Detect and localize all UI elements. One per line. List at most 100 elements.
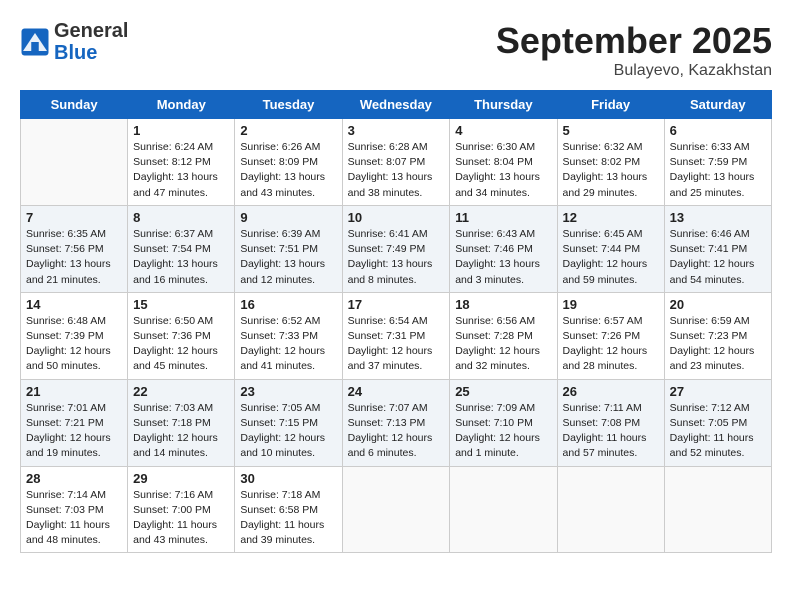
sunset: Sunset: 7:15 PM (240, 417, 318, 429)
calendar-week-row: 28 Sunrise: 7:14 AMSunset: 7:03 PMDayligh… (21, 466, 772, 553)
day-number: 9 (240, 210, 336, 225)
daylight: Daylight: 12 hours and 41 minutes. (240, 345, 325, 372)
day-number: 10 (348, 210, 445, 225)
calendar-day-cell: 15 Sunrise: 6:50 AM Sunset: 7:36 PM Dayligh… (128, 292, 235, 379)
day-number: 22 (133, 384, 229, 399)
day-header-sunday: Sunday (21, 91, 128, 119)
sunset: Sunset: 8:02 PM (563, 156, 641, 168)
page-header: General Blue September 2025 Bulayevo, Ka… (20, 20, 772, 80)
day-number: 4 (455, 123, 551, 138)
day-number: 15 (133, 297, 229, 312)
calendar-day-cell (664, 466, 771, 553)
day-info: Sunrise: 6:28 AMSunset: 8:07 PMDaylight:… (348, 140, 445, 201)
daylight: Daylight: 11 hours and 43 minutes. (133, 519, 217, 546)
day-number: 12 (563, 210, 659, 225)
day-info: Sunrise: 6:41 AMSunset: 7:49 PMDaylight:… (348, 227, 445, 288)
sunrise: Sunrise: 6:30 AM (455, 141, 535, 153)
sunset: Sunset: 7:31 PM (348, 330, 426, 342)
sunset: Sunset: 7:13 PM (348, 417, 426, 429)
calendar-day-cell: 19 Sunrise: 6:57 AMSunset: 7:26 PMDayligh… (557, 292, 664, 379)
day-info: Sunrise: 6:37 AMSunset: 7:54 PMDaylight:… (133, 227, 229, 288)
sunrise: Sunrise: 6:43 AM (455, 228, 535, 240)
sunrise: Sunrise: 6:24 AM (133, 141, 213, 153)
daylight: Daylight: 11 hours and 52 minutes. (670, 432, 754, 459)
calendar-week-row: 14Sunrise: 6:48 AMSunset: 7:39 PMDayligh… (21, 292, 772, 379)
sunset: Sunset: 8:12 PM (133, 156, 211, 168)
sunset: Sunset: 8:07 PM (348, 156, 426, 168)
sunrise: Sunrise: 6:45 AM (563, 228, 643, 240)
daylight: Daylight: 12 hours and 10 minutes. (240, 432, 325, 459)
daylight: Daylight: 12 hours and 14 minutes. (133, 432, 218, 459)
day-info: Sunrise: 6:57 AMSunset: 7:26 PMDaylight:… (563, 314, 659, 375)
sunset: Sunset: 7:00 PM (133, 504, 211, 516)
day-info: Sunrise: 7:03 AMSunset: 7:18 PMDaylight:… (133, 401, 229, 462)
day-number: 19 (563, 297, 659, 312)
calendar-day-cell: 7 Sunrise: 6:35 AMSunset: 7:56 PMDaylight… (21, 205, 128, 292)
calendar-day-cell: 24Sunrise: 7:07 AMSunset: 7:13 PMDayligh… (342, 379, 450, 466)
day-info: Sunrise: 6:39 AMSunset: 7:51 PMDaylight:… (240, 227, 336, 288)
calendar-day-cell: 12 Sunrise: 6:45 AM Sunset: 7:44 PM Dayligh… (557, 205, 664, 292)
calendar-week-row: 21Sunrise: 7:01 AMSunset: 7:21 PMDayligh… (21, 379, 772, 466)
daylight: Daylight: 11 hours and 39 minutes. (240, 519, 324, 546)
calendar-day-cell (557, 466, 664, 553)
day-info: Sunrise: 7:16 AM Sunset: 7:00 PM Daylight:… (133, 488, 229, 549)
sunrise: Sunrise: 7:07 AM (348, 402, 428, 414)
month-title: September 2025 (496, 20, 772, 62)
day-number: 16 (240, 297, 336, 312)
sunrise: Sunrise: 6:54 AM (348, 315, 428, 327)
sunrise: Sunrise: 6:56 AM (455, 315, 535, 327)
calendar-day-cell: 5Sunrise: 6:32 AMSunset: 8:02 PMDaylight… (557, 119, 664, 206)
daylight: Daylight: 12 hours and 59 minutes. (563, 258, 648, 285)
day-info: Sunrise: 6:32 AMSunset: 8:02 PMDaylight:… (563, 140, 659, 201)
sunset: Sunset: 7:41 PM (670, 243, 748, 255)
day-number: 24 (348, 384, 445, 399)
day-number: 6 (670, 123, 766, 138)
calendar-day-cell: 26Sunrise: 7:11 AMSunset: 7:08 PMDayligh… (557, 379, 664, 466)
day-info: Sunrise: 6:35 AMSunset: 7:56 PMDaylight:… (26, 227, 122, 288)
day-number: 26 (563, 384, 659, 399)
calendar-day-cell: 17Sunrise: 6:54 AMSunset: 7:31 PMDayligh… (342, 292, 450, 379)
calendar-day-cell: 28 Sunrise: 7:14 AMSunset: 7:03 PMDayligh… (21, 466, 128, 553)
day-header-tuesday: Tuesday (235, 91, 342, 119)
sunset: Sunset: 6:58 PM (240, 504, 318, 516)
sunset: Sunset: 7:10 PM (455, 417, 533, 429)
sunset: Sunset: 7:49 PM (348, 243, 426, 255)
daylight: Daylight: 13 hours and 34 minutes. (455, 171, 540, 198)
calendar-day-cell: 14Sunrise: 6:48 AMSunset: 7:39 PMDayligh… (21, 292, 128, 379)
title-block: September 2025 Bulayevo, Kazakhstan (496, 20, 772, 80)
sunrise: Sunrise: 7:16 AM (133, 489, 213, 501)
daylight: Daylight: 12 hours and 37 minutes. (348, 345, 433, 372)
sunrise: Sunrise: 6:57 AM (563, 315, 643, 327)
sunset: Sunset: 7:36 PM (133, 330, 211, 342)
sunrise: Sunrise: 6:50 AM (133, 315, 213, 327)
daylight: Daylight: 13 hours and 21 minutes. (26, 258, 111, 285)
day-info: Sunrise: 6:59 AMSunset: 7:23 PMDaylight:… (670, 314, 766, 375)
day-number: 28 (26, 471, 122, 486)
sunrise: Sunrise: 6:52 AM (240, 315, 320, 327)
sunrise: Sunrise: 7:01 AM (26, 402, 106, 414)
calendar-day-cell: 18Sunrise: 6:56 AMSunset: 7:28 PMDayligh… (450, 292, 557, 379)
daylight: Daylight: 12 hours and 45 minutes. (133, 345, 218, 372)
calendar-day-cell: 20Sunrise: 6:59 AMSunset: 7:23 PMDayligh… (664, 292, 771, 379)
calendar-day-cell: 29Sunrise: 7:16 AMSunset: 7:00 PMDayligh… (128, 466, 235, 553)
calendar-week-row: 7 Sunrise: 6:35 AMSunset: 7:56 PMDaylight… (21, 205, 772, 292)
daylight: Daylight: 13 hours and 8 minutes. (348, 258, 433, 285)
calendar-day-cell (342, 466, 450, 553)
calendar-day-cell: 10 Sunrise: 6:41 AMSunset: 7:49 PMDayligh… (342, 205, 450, 292)
day-info: Sunrise: 7:05 AMSunset: 7:15 PMDaylight:… (240, 401, 336, 462)
calendar-day-cell: 30Sunrise: 7:18 AMSunset: 6:58 PMDayligh… (235, 466, 342, 553)
day-info: Sunrise: 6:45 AM Sunset: 7:44 PM Daylight:… (563, 227, 659, 288)
sunset: Sunset: 7:44 PM (563, 243, 641, 255)
day-header-saturday: Saturday (664, 91, 771, 119)
sunset: Sunset: 7:23 PM (670, 330, 748, 342)
day-number: 7 (26, 210, 122, 225)
calendar-header-row: SundayMondayTuesdayWednesdayThursdayFrid… (21, 91, 772, 119)
daylight: Daylight: 12 hours and 1 minute. (455, 432, 540, 459)
day-info: Sunrise: 6:33 AMSunset: 7:59 PMDaylight:… (670, 140, 766, 201)
calendar-day-cell: 23Sunrise: 7:05 AMSunset: 7:15 PMDayligh… (235, 379, 342, 466)
day-info: Sunrise: 6:50 AM Sunset: 7:36 PM Daylight:… (133, 314, 229, 375)
location: Bulayevo, Kazakhstan (496, 62, 772, 80)
day-number: 21 (26, 384, 122, 399)
day-info: Sunrise: 6:46 AMSunset: 7:41 PMDaylight:… (670, 227, 766, 288)
day-info: Sunrise: 7:14 AMSunset: 7:03 PMDaylight:… (26, 488, 122, 549)
